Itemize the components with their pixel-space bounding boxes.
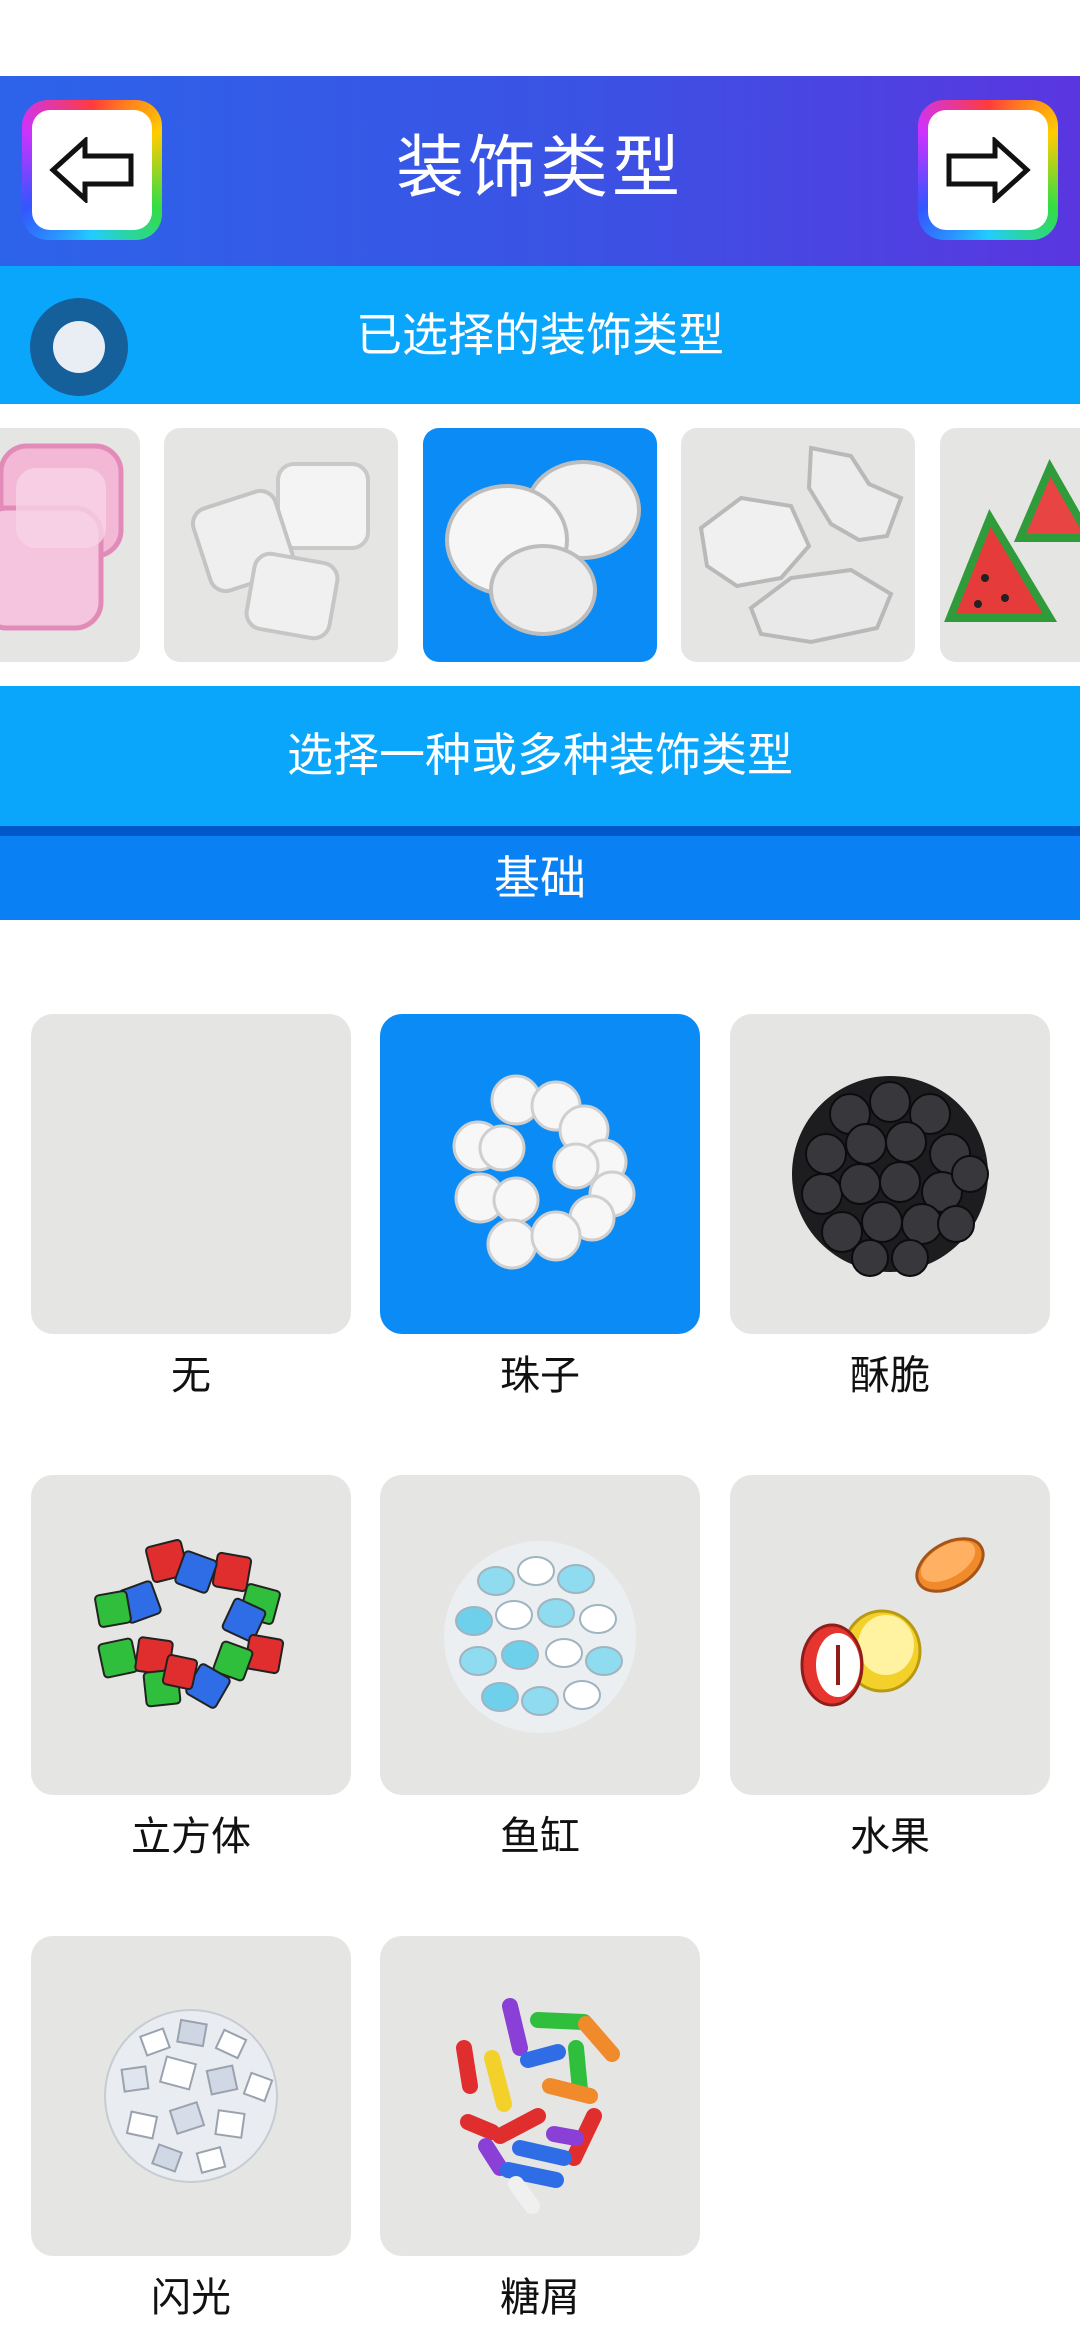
decoration-tile-sprinkles[interactable] [380, 1936, 700, 2256]
next-button-face [928, 110, 1048, 230]
cubes-icon [94, 1539, 285, 1709]
next-button[interactable] [918, 100, 1058, 240]
fruit-icon [800, 1537, 985, 1707]
fishbowl-icon [444, 1541, 636, 1733]
carousel-item-white-marshmallows[interactable] [423, 428, 657, 662]
decoration-tile-glitter[interactable] [31, 1936, 351, 2256]
crispy-icon [792, 1076, 989, 1277]
selected-decorations-label: 已选择的装饰类型 [356, 308, 724, 362]
beads-icon [452, 1074, 636, 1270]
carousel-item-watermelon[interactable] [940, 428, 1080, 662]
white-cubes-icon [190, 462, 370, 641]
status-bar-area [0, 0, 1080, 76]
choose-decorations-label: 选择一种或多种装饰类型 [287, 728, 793, 782]
decoration-tile-fishbowl[interactable] [380, 1475, 700, 1795]
section-label: 基础 [494, 851, 586, 905]
tile-label: 糖屑 [500, 2275, 580, 2321]
decoration-tile-cubes[interactable] [31, 1475, 351, 1795]
decoration-tile-none[interactable] [31, 1014, 351, 1334]
tile-label: 水果 [850, 1814, 930, 1860]
sprinkles-icon [456, 1998, 620, 2214]
toggle-dot-icon [53, 321, 105, 373]
page-title: 装饰类型 [395, 129, 684, 208]
tile-label: 立方体 [131, 1814, 251, 1860]
selected-decorations-carousel[interactable] [0, 404, 1080, 686]
choose-decorations-bar: 选择一种或多种装饰类型 [0, 686, 1080, 826]
pink-gummy-icon [0, 443, 124, 631]
tile-label: 无 [171, 1353, 211, 1399]
back-button-face [32, 110, 152, 230]
decoration-tile-fruit[interactable] [730, 1475, 1050, 1795]
carousel-item-white-crumbs[interactable] [681, 428, 915, 662]
header-bar: 装饰类型 [0, 76, 1080, 266]
selected-toggle[interactable] [30, 298, 128, 396]
arrow-right-icon [946, 137, 1031, 203]
arrow-left-icon [49, 137, 134, 203]
white-marshmallows-icon [445, 460, 641, 636]
white-crumbs-icon [698, 445, 904, 645]
back-button[interactable] [22, 100, 162, 240]
decoration-tile-crispy[interactable] [730, 1014, 1050, 1334]
glitter-icon [104, 2009, 278, 2183]
carousel-item-white-cubes[interactable] [164, 428, 398, 662]
tile-label: 珠子 [500, 1353, 580, 1399]
tile-label: 酥脆 [850, 1353, 930, 1399]
selected-decorations-bar: 已选择的装饰类型 [0, 266, 1080, 404]
carousel-item-pink-gummy[interactable] [0, 428, 140, 662]
section-divider [0, 826, 1080, 836]
watermelon-icon [944, 459, 1080, 622]
tile-label: 闪光 [151, 2275, 231, 2321]
decoration-tile-beads[interactable] [380, 1014, 700, 1334]
section-header-basic: 基础 [0, 836, 1080, 920]
tile-label: 鱼缸 [500, 1814, 580, 1860]
